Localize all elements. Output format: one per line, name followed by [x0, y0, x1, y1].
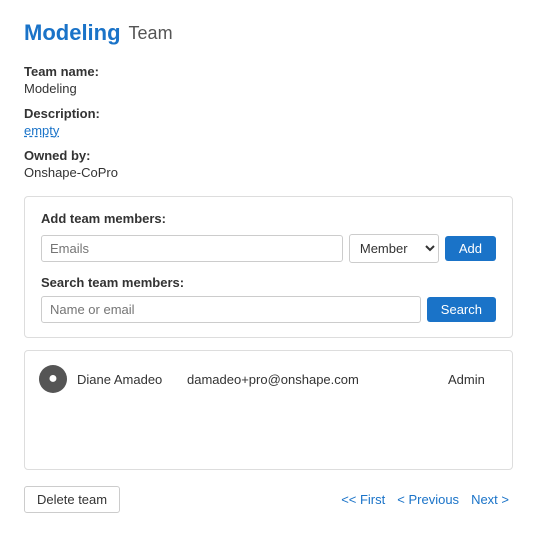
footer-row: Delete team << First < Previous Next >	[24, 486, 513, 513]
search-input[interactable]	[41, 296, 421, 323]
description-label: Description:	[24, 106, 513, 121]
add-members-label: Add team members:	[41, 211, 496, 226]
avatar-icon: ●	[48, 371, 58, 387]
member-role: Admin	[448, 372, 498, 387]
search-row: Search	[41, 296, 496, 323]
avatar: ●	[39, 365, 67, 393]
page-header: Modeling Team	[24, 20, 513, 46]
add-members-box: Add team members: Member Admin Add Searc…	[24, 196, 513, 338]
pagination-previous[interactable]: < Previous	[393, 490, 463, 509]
add-row: Member Admin Add	[41, 234, 496, 263]
owned-by-value: Onshape-CoPro	[24, 165, 513, 180]
description-group: Description: empty	[24, 106, 513, 138]
pagination: << First < Previous Next >	[337, 490, 513, 509]
owned-by-label: Owned by:	[24, 148, 513, 163]
member-row: ● Diane Amadeo damadeo+pro@onshape.com A…	[39, 361, 498, 397]
member-name: Diane Amadeo	[77, 372, 177, 387]
team-name-group: Team name: Modeling	[24, 64, 513, 96]
search-button[interactable]: Search	[427, 297, 496, 322]
delete-team-button[interactable]: Delete team	[24, 486, 120, 513]
pagination-first[interactable]: << First	[337, 490, 389, 509]
role-select[interactable]: Member Admin	[349, 234, 439, 263]
description-value[interactable]: empty	[24, 123, 513, 138]
add-button[interactable]: Add	[445, 236, 496, 261]
emails-input[interactable]	[41, 235, 343, 262]
page-title: Modeling	[24, 20, 121, 46]
members-list: ● Diane Amadeo damadeo+pro@onshape.com A…	[24, 350, 513, 470]
search-label: Search team members:	[41, 275, 496, 290]
team-name-value: Modeling	[24, 81, 513, 96]
member-email: damadeo+pro@onshape.com	[187, 372, 438, 387]
pagination-next[interactable]: Next >	[467, 490, 513, 509]
owned-by-group: Owned by: Onshape-CoPro	[24, 148, 513, 180]
team-name-label: Team name:	[24, 64, 513, 79]
page-subtitle: Team	[129, 23, 173, 44]
